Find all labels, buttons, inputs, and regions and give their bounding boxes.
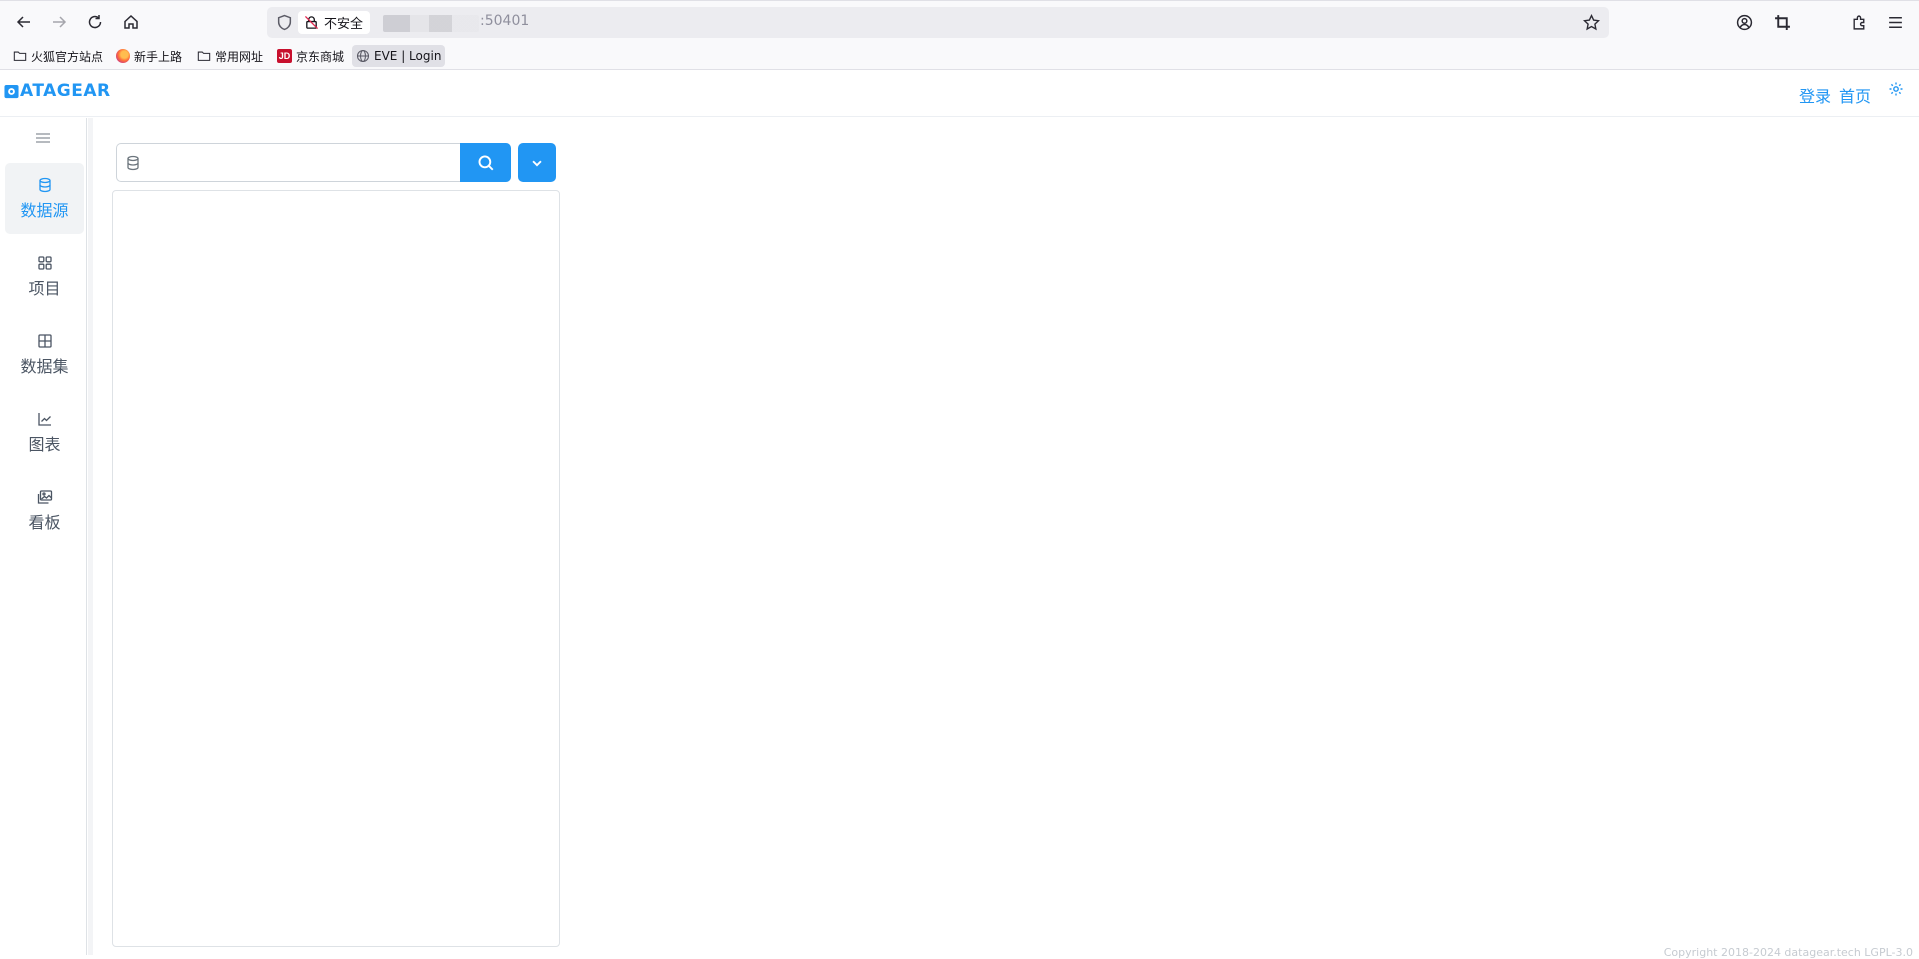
folder-icon	[13, 51, 27, 61]
datasource-list-panel[interactable]	[112, 190, 560, 947]
sidebar-item-label: 图表	[28, 434, 61, 454]
settings-gear-icon[interactable]	[1888, 81, 1904, 97]
chart-line-icon	[37, 412, 51, 426]
bookmark-label: 火狐官方站点	[31, 49, 104, 64]
sidebar-item-label: 数据源	[20, 200, 69, 220]
url-bar[interactable]: 不安全 :50401	[267, 7, 1609, 38]
sidebar-item-chart[interactable]: 图表	[5, 397, 84, 468]
home-icon	[124, 14, 138, 29]
sidebar-item-label: 数据集	[20, 356, 69, 376]
account-button[interactable]	[1733, 11, 1755, 33]
arrow-right-icon	[53, 16, 67, 28]
logo-text: ATAGEAR	[20, 81, 111, 101]
search-icon	[478, 155, 493, 170]
insecure-lock-icon	[304, 15, 319, 30]
globe-icon	[356, 49, 370, 63]
bookmark-label: EVE | Login	[374, 49, 442, 63]
bookmark-label: 新手上路	[134, 49, 183, 64]
screenshot-button[interactable]	[1771, 11, 1793, 33]
main-content: Copyright 2018-2024 datagear.tech LGPL-3…	[93, 118, 1919, 959]
sidebar-item-label: 看板	[28, 512, 61, 532]
app-header: ATAGEAR 登录 首页	[0, 71, 1919, 117]
extensions-button[interactable]	[1848, 11, 1870, 33]
sidebar: 数据源 项目 数据集 图表 看板	[0, 118, 87, 955]
insecure-label: 不安全	[324, 17, 364, 32]
browser-toolbar: 不安全 :50401	[0, 0, 1919, 43]
hamburger-menu-icon	[1888, 16, 1902, 28]
search-button[interactable]	[460, 143, 511, 182]
puzzle-icon	[1852, 15, 1864, 30]
more-options-button[interactable]	[518, 143, 556, 182]
grid-icon	[37, 255, 52, 270]
crop-icon	[1774, 14, 1790, 30]
chevron-down-icon	[532, 160, 542, 167]
sidebar-item-label: 项目	[28, 278, 61, 298]
reload-icon	[88, 15, 102, 29]
forward-button[interactable]	[46, 9, 72, 35]
bookmark-getting-started[interactable]: 新手上路	[112, 45, 186, 67]
folder-icon	[197, 51, 211, 61]
shield-icon[interactable]	[276, 14, 293, 31]
bookmark-jd-mall[interactable]: JD 京东商城	[273, 45, 348, 67]
home-button[interactable]	[118, 9, 144, 35]
jd-logo-icon: JD	[277, 49, 292, 63]
login-link[interactable]: 登录	[1799, 83, 1831, 107]
logo-gear-icon	[4, 84, 19, 98]
sidebar-item-dataset[interactable]: 数据集	[5, 319, 84, 390]
bookmark-label: 京东商城	[296, 49, 345, 64]
account-icon	[1736, 14, 1752, 30]
database-icon	[38, 177, 51, 192]
arrow-left-icon	[16, 16, 30, 28]
firefox-logo-icon	[116, 49, 130, 63]
datasource-search-box	[116, 143, 460, 182]
sidebar-item-datasource[interactable]: 数据源	[5, 163, 84, 234]
reload-button[interactable]	[82, 9, 108, 35]
table-icon	[37, 333, 52, 348]
blurred-hostname	[383, 15, 479, 32]
datagear-logo[interactable]: ATAGEAR	[4, 81, 111, 101]
bookmark-common-sites[interactable]: 常用网址	[193, 45, 267, 67]
search-input[interactable]	[149, 148, 454, 177]
back-button[interactable]	[11, 9, 37, 35]
footer-copyright: Copyright 2018-2024 datagear.tech LGPL-3…	[1663, 946, 1913, 959]
url-text[interactable]: :50401	[480, 13, 529, 29]
sidebar-item-project[interactable]: 项目	[5, 241, 84, 312]
bookmark-firefox-official[interactable]: 火狐官方站点	[9, 45, 107, 67]
bookmark-star-icon[interactable]	[1583, 14, 1600, 31]
bookmark-label: 常用网址	[215, 49, 264, 64]
bookmark-eve-login[interactable]: EVE | Login	[352, 45, 446, 67]
database-icon	[127, 155, 139, 171]
home-link[interactable]: 首页	[1839, 83, 1871, 107]
bookmarks-bar: 火狐官方站点 新手上路 常用网址 JD 京东商城 EVE | Login	[0, 43, 1919, 70]
images-icon	[37, 489, 52, 504]
sidebar-item-dashboard[interactable]: 看板	[5, 475, 84, 546]
menu-toggle-icon[interactable]	[33, 130, 53, 146]
insecure-badge[interactable]: 不安全	[298, 11, 371, 34]
app-menu-button[interactable]	[1884, 11, 1906, 33]
